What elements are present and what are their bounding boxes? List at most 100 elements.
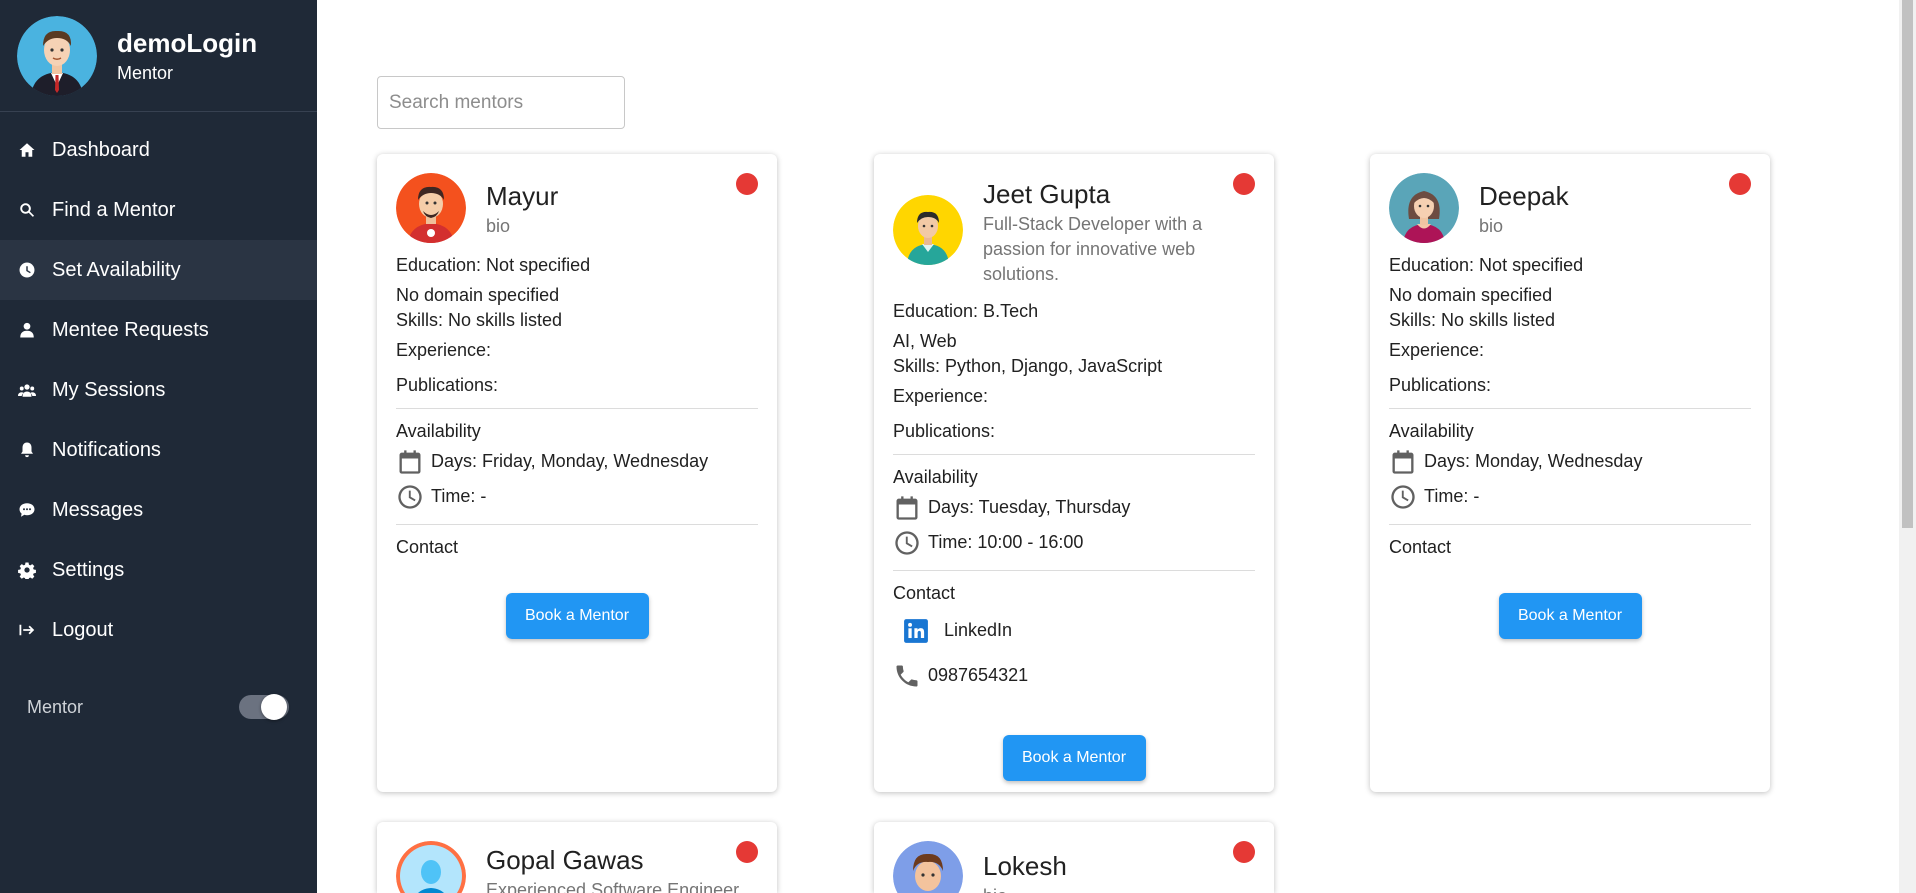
clock-icon — [1389, 483, 1417, 511]
mentor-skills: Skills: No skills listed — [1389, 310, 1556, 330]
mentor-skills: Skills: Python, Django, JavaScript — [893, 356, 1163, 376]
mode-switch-row: Mentor — [27, 692, 289, 722]
time-text: Time: - — [431, 486, 487, 506]
mentor-domain: No domain specified — [1389, 285, 1553, 305]
sidebar-item-dashboard[interactable]: Dashboard — [0, 120, 317, 180]
gear-icon — [18, 561, 36, 579]
user-role: Mentor — [117, 62, 174, 83]
contact-heading: Contact — [1389, 537, 1452, 557]
linkedin-link[interactable]: LinkedIn — [893, 608, 1255, 653]
mode-label: Mentor — [27, 696, 84, 717]
sidebar-nav: Dashboard Find a Mentor Set Availability… — [0, 120, 317, 660]
contact-heading: Contact — [396, 537, 459, 557]
mentor-avatar — [1389, 173, 1459, 243]
mentor-education: Education: Not specified — [396, 255, 591, 275]
book-a-mentor-button[interactable]: Book a Mentor — [1002, 735, 1146, 781]
sidebar-item-mentee-requests[interactable]: Mentee Requests — [0, 300, 317, 360]
sidebar-item-notifications[interactable]: Notifications — [0, 420, 317, 480]
mentor-name: Gopal Gawas — [486, 845, 644, 875]
mentor-bio: Experienced Software Engineer — [486, 880, 740, 893]
sidebar-item-my-sessions[interactable]: My Sessions — [0, 360, 317, 420]
time-text: Time: 10:00 - 16:00 — [928, 532, 1084, 552]
calendar-icon — [1389, 448, 1417, 476]
mentor-bio: bio — [486, 216, 511, 236]
availability-heading: Availability — [893, 467, 978, 487]
availability-days: Days: Friday, Monday, Wednesday — [396, 444, 758, 479]
sidebar: demoLogin Mentor Dashboard Find a Mentor… — [0, 0, 317, 893]
logout-icon — [18, 621, 36, 639]
sidebar-item-label: Set Availability — [52, 258, 181, 281]
search-icon — [18, 201, 36, 219]
availability-days: Days: Tuesday, Thursday — [893, 490, 1255, 525]
sidebar-item-messages[interactable]: Messages — [0, 480, 317, 540]
page-scrollbar[interactable] — [1899, 0, 1916, 893]
user-name: demoLogin — [117, 27, 258, 58]
clock-icon — [893, 529, 921, 557]
clock-icon — [18, 261, 36, 279]
calendar-icon — [893, 494, 921, 522]
mentor-mode-toggle[interactable] — [239, 694, 289, 720]
mentor-education: Education: B.Tech — [893, 301, 1039, 321]
mentor-avatar — [396, 173, 466, 243]
time-text: Time: - — [1424, 486, 1480, 506]
days-text: Days: Tuesday, Thursday — [928, 497, 1131, 517]
mentor-card: Mayur bio Education: Not specified No do… — [377, 154, 777, 792]
availability-heading: Availability — [1389, 421, 1474, 441]
divider — [396, 408, 758, 409]
availability-time: Time: - — [396, 479, 758, 514]
status-dot — [736, 841, 758, 863]
mentor-experience: Experience: — [396, 340, 492, 360]
mentor-skills: Skills: No skills listed — [396, 310, 563, 330]
divider — [1389, 524, 1751, 525]
status-dot — [736, 173, 758, 195]
divider — [396, 524, 758, 525]
phone-icon — [893, 662, 921, 690]
mentor-avatar — [396, 841, 466, 893]
mentor-card: Jeet Gupta Full-Stack Developer with a p… — [874, 154, 1274, 792]
availability-heading: Availability — [396, 421, 481, 441]
status-dot — [1233, 173, 1255, 195]
mentor-card: Deepak bio Education: Not specified No d… — [1370, 154, 1770, 792]
contact-heading: Contact — [893, 583, 956, 603]
calendar-icon — [396, 448, 424, 476]
mentor-bio: bio — [983, 884, 1067, 893]
divider — [893, 570, 1255, 571]
mentor-bio: Full-Stack Developer with a passion for … — [983, 214, 1203, 284]
sidebar-item-label: Mentee Requests — [52, 318, 209, 341]
divider — [893, 454, 1255, 455]
chat-icon — [18, 501, 36, 519]
phone-row: 0987654321 — [893, 653, 1255, 698]
mentor-card: Lokesh bio — [874, 822, 1274, 893]
status-dot — [1729, 173, 1751, 195]
mentor-experience: Experience: — [893, 386, 989, 406]
sidebar-item-set-availability[interactable]: Set Availability — [0, 240, 317, 300]
book-a-mentor-button[interactable]: Book a Mentor — [1498, 593, 1642, 639]
sidebar-item-label: Notifications — [52, 438, 161, 461]
days-text: Days: Monday, Wednesday — [1424, 451, 1643, 471]
sidebar-item-label: My Sessions — [52, 378, 166, 401]
mentor-education: Education: Not specified — [1389, 255, 1584, 275]
mentor-name: Mayur — [486, 181, 559, 211]
user-profile: demoLogin Mentor — [0, 0, 317, 112]
sidebar-item-label: Logout — [52, 618, 114, 641]
sidebar-item-find-a-mentor[interactable]: Find a Mentor — [0, 180, 317, 240]
clock-icon — [396, 483, 424, 511]
mentor-avatar — [893, 195, 963, 265]
mentor-bio: bio — [1479, 216, 1504, 236]
home-icon — [18, 141, 36, 159]
mentor-card: Gopal Gawas Experienced Software Enginee… — [377, 822, 777, 893]
mentor-publications: Publications: — [1389, 375, 1492, 395]
mentor-experience: Experience: — [1389, 340, 1485, 360]
sidebar-item-logout[interactable]: Logout — [0, 600, 317, 660]
mentor-publications: Publications: — [396, 375, 499, 395]
availability-days: Days: Monday, Wednesday — [1389, 444, 1751, 479]
search-mentors-input[interactable] — [377, 76, 625, 129]
sidebar-item-label: Settings — [52, 558, 125, 581]
book-a-mentor-button[interactable]: Book a Mentor — [505, 593, 649, 639]
sidebar-item-settings[interactable]: Settings — [0, 540, 317, 600]
linkedin-icon — [903, 618, 929, 644]
mentor-domain: AI, Web — [893, 331, 957, 351]
mentor-name: Lokesh — [983, 851, 1067, 881]
scrollbar-thumb[interactable] — [1902, 0, 1913, 528]
availability-time: Time: 10:00 - 16:00 — [893, 525, 1255, 560]
